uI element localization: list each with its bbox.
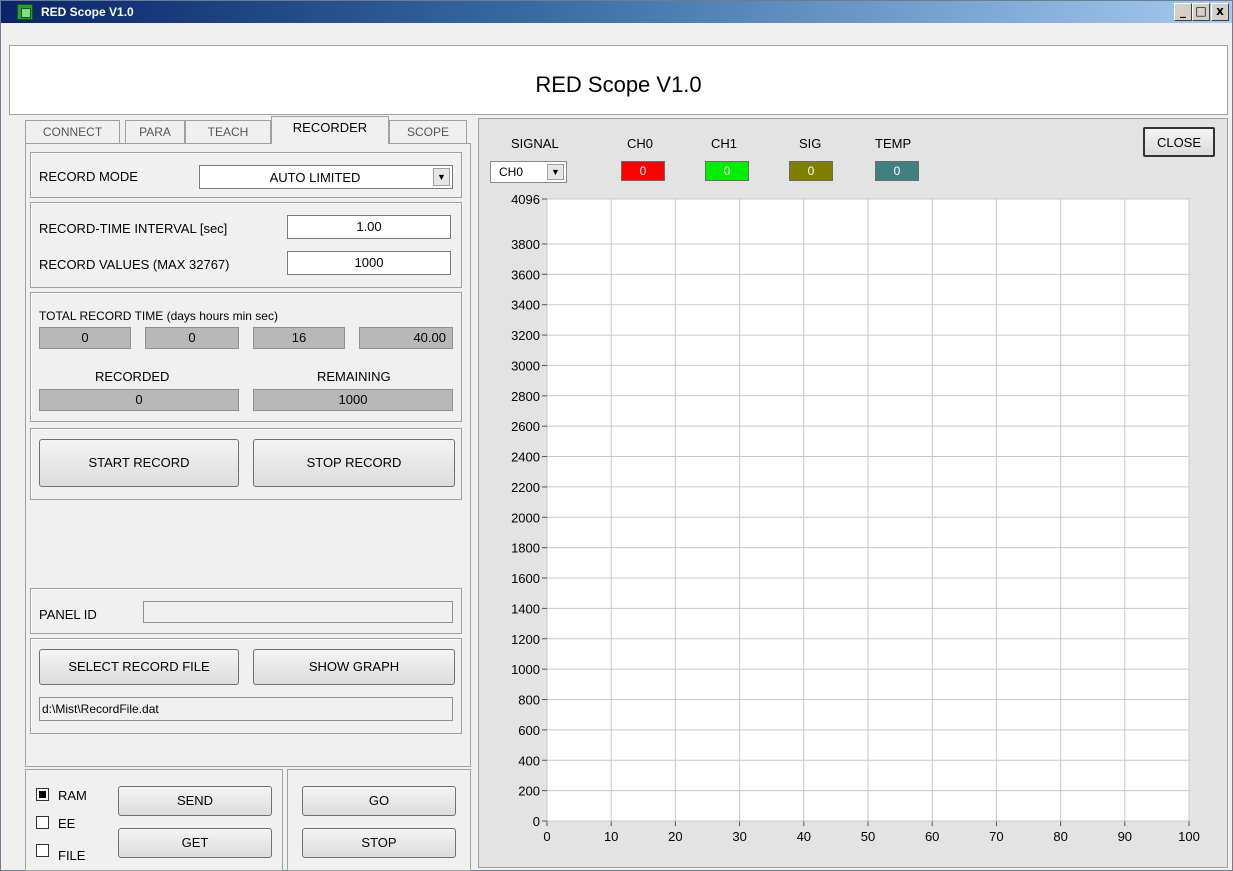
- y-tick-label: 3800: [511, 237, 540, 252]
- scope-chart: 0 10 20 30 40 50 60 70 80 90 100020040060080010001…: [511, 192, 1200, 844]
- maximize-button[interactable]: □: [1192, 3, 1210, 21]
- record-mode-value: AUTO LIMITED: [269, 170, 361, 185]
- x-tick-label: 90: [1118, 829, 1132, 844]
- chevron-down-icon: ▼: [433, 168, 450, 186]
- close-window-button[interactable]: x: [1211, 3, 1229, 21]
- remaining-field: 1000: [253, 389, 453, 411]
- total-time-label: TOTAL RECORD TIME (days hours min sec): [39, 309, 278, 323]
- interval-label: RECORD-TIME INTERVAL [sec]: [39, 221, 228, 236]
- panel-id-group: PANEL ID: [30, 588, 462, 634]
- total-min-field: 16: [253, 327, 345, 349]
- x-tick-label: 50: [861, 829, 875, 844]
- interval-input[interactable]: 1.00: [287, 215, 451, 239]
- memory-group: RAM EE FILE SEND GET: [25, 769, 283, 871]
- recorded-field: 0: [39, 389, 239, 411]
- app-heading: RED Scope V1.0: [535, 72, 702, 97]
- scope-panel: SIGNAL CH0 ▼ CH0 0 CH1 0 SIG 0 TEMP 0 CL…: [478, 118, 1228, 868]
- x-tick-label: 70: [989, 829, 1003, 844]
- minimize-button[interactable]: _: [1174, 3, 1192, 21]
- panel-id-field: [143, 601, 453, 623]
- y-tick-label: 4096: [511, 192, 540, 207]
- total-time-group: TOTAL RECORD TIME (days hours min sec) 0…: [30, 292, 462, 422]
- x-tick-label: 80: [1053, 829, 1067, 844]
- tab-scope[interactable]: SCOPE: [389, 120, 467, 143]
- app-icon: [17, 4, 33, 20]
- x-tick-label: 30: [732, 829, 746, 844]
- y-tick-label: 0: [533, 814, 540, 829]
- file-checkbox[interactable]: [36, 844, 49, 857]
- y-tick-label: 1800: [511, 541, 540, 556]
- record-control-group: START RECORD STOP RECORD: [30, 428, 462, 500]
- x-tick-label: 40: [797, 829, 811, 844]
- y-tick-label: 1000: [511, 662, 540, 677]
- y-tick-label: 1400: [511, 601, 540, 616]
- total-days-field: 0: [39, 327, 131, 349]
- y-tick-label: 2200: [511, 480, 540, 495]
- stop-button[interactable]: STOP: [302, 828, 456, 858]
- y-tick-label: 3000: [511, 358, 540, 373]
- y-tick-label: 3200: [511, 328, 540, 343]
- y-tick-label: 2600: [511, 419, 540, 434]
- recorded-label: RECORDED: [95, 369, 170, 384]
- x-tick-label: 60: [925, 829, 939, 844]
- tab-recorder[interactable]: RECORDER: [271, 116, 389, 144]
- remaining-label: REMAINING: [317, 369, 391, 384]
- ee-checkbox[interactable]: [36, 816, 49, 829]
- recorder-panel: RECORD MODE AUTO LIMITED ▼ RECORD-TIME I…: [25, 143, 471, 767]
- panel-id-label: PANEL ID: [39, 607, 97, 622]
- y-tick-label: 2800: [511, 389, 540, 404]
- y-tick-label: 2000: [511, 510, 540, 525]
- ram-label: RAM: [58, 788, 87, 803]
- tab-connect[interactable]: CONNECT: [25, 120, 120, 143]
- record-mode-label: RECORD MODE: [39, 169, 138, 184]
- ee-label: EE: [58, 816, 76, 831]
- y-tick-label: 600: [518, 723, 540, 738]
- record-interval-group: RECORD-TIME INTERVAL [sec] 1.00 RECORD V…: [30, 202, 462, 288]
- record-file-path: d:\Mist\RecordFile.dat: [39, 697, 453, 721]
- send-button[interactable]: SEND: [118, 786, 272, 816]
- get-button[interactable]: GET: [118, 828, 272, 858]
- ram-checkbox[interactable]: [36, 788, 49, 801]
- show-graph-button[interactable]: SHOW GRAPH: [253, 649, 455, 685]
- start-record-button[interactable]: START RECORD: [39, 439, 239, 487]
- record-mode-group: RECORD MODE AUTO LIMITED ▼: [30, 152, 462, 198]
- app-window: RED Scope V1.0 _ □ x RED Scope V1.0 CONN…: [0, 0, 1233, 871]
- total-hours-field: 0: [145, 327, 239, 349]
- title-bar: RED Scope V1.0 _ □ x: [1, 1, 1232, 23]
- record-mode-select[interactable]: AUTO LIMITED ▼: [199, 165, 453, 189]
- file-label: FILE: [58, 848, 86, 863]
- y-tick-label: 3400: [511, 298, 540, 313]
- y-tick-label: 1600: [511, 571, 540, 586]
- tab-para[interactable]: PARA: [125, 120, 185, 143]
- tab-teach[interactable]: TEACH: [185, 120, 271, 143]
- x-tick-label: 0: [543, 829, 550, 844]
- select-record-file-button[interactable]: SELECT RECORD FILE: [39, 649, 239, 685]
- x-tick-label: 100: [1178, 829, 1200, 844]
- record-file-group: SELECT RECORD FILE SHOW GRAPH d:\Mist\Re…: [30, 638, 462, 734]
- y-tick-label: 200: [518, 784, 540, 799]
- y-tick-label: 3600: [511, 267, 540, 282]
- total-sec-field: 40.00: [359, 327, 453, 349]
- go-button[interactable]: GO: [302, 786, 456, 816]
- values-label: RECORD VALUES (MAX 32767): [39, 257, 230, 272]
- x-tick-label: 20: [668, 829, 682, 844]
- y-tick-label: 2400: [511, 450, 540, 465]
- window-title: RED Scope V1.0: [41, 5, 134, 19]
- y-tick-label: 1200: [511, 632, 540, 647]
- y-tick-label: 400: [518, 753, 540, 768]
- stop-record-button[interactable]: STOP RECORD: [253, 439, 455, 487]
- values-input[interactable]: 1000: [287, 251, 451, 275]
- header-banner: RED Scope V1.0: [9, 45, 1228, 115]
- run-group: GO STOP: [287, 769, 471, 871]
- y-tick-label: 800: [518, 693, 540, 708]
- x-tick-label: 10: [604, 829, 618, 844]
